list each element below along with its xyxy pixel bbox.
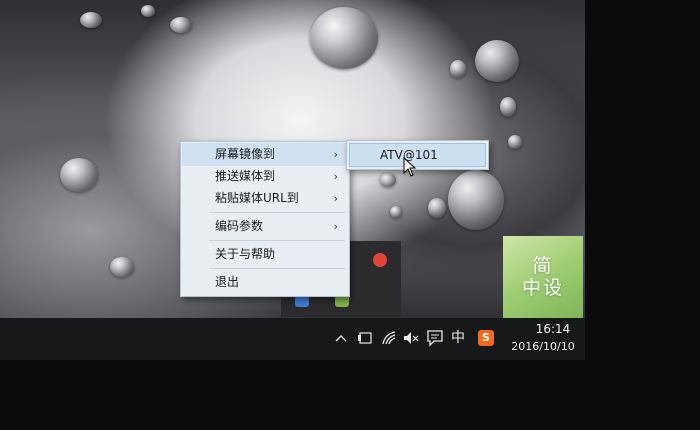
wifi-icon[interactable]: [380, 328, 398, 348]
menu-separator: [209, 240, 345, 241]
ime-icon[interactable]: 中: [449, 328, 467, 348]
menu-item-push-media[interactable]: 推送媒体到 ›: [182, 165, 348, 188]
taskbar: 中 S 16:14 2016/10/10: [0, 318, 585, 360]
mouse-cursor-icon: [403, 157, 417, 177]
menu-item-label: 退出: [215, 275, 240, 289]
menu-item-label: 关于与帮助: [215, 247, 276, 261]
chevron-right-icon: ›: [333, 220, 338, 233]
menu-item-encoding-params[interactable]: 编码参数 ›: [182, 215, 348, 238]
device-icon[interactable]: [356, 328, 374, 348]
tray-context-menu: 屏幕镜像到 › 推送媒体到 › 粘贴媒体URL到 › 编码参数 › 关于与帮助 …: [180, 141, 350, 297]
tray-app-red-icon[interactable]: [373, 253, 387, 267]
menu-item-paste-media-url[interactable]: 粘贴媒体URL到 ›: [182, 187, 348, 210]
menu-item-exit[interactable]: 退出: [182, 271, 348, 294]
chevron-right-icon: ›: [333, 192, 338, 205]
chevron-right-icon: ›: [333, 170, 338, 183]
menu-item-label: 推送媒体到: [215, 169, 276, 183]
menu-item-label: 粘贴媒体URL到: [215, 191, 299, 205]
sogou-label: S: [478, 330, 494, 346]
app-tile[interactable]: 简 中设: [503, 236, 583, 318]
tile-line1: 简: [532, 255, 554, 277]
menu-separator: [209, 268, 345, 269]
chevron-up-icon[interactable]: [332, 328, 350, 348]
menu-item-label: 编码参数: [215, 219, 264, 233]
chevron-right-icon: ›: [333, 148, 338, 161]
tile-line2: 中设: [521, 277, 564, 299]
menu-item-label: 屏幕镜像到: [215, 147, 276, 161]
submenu-item-atv[interactable]: ATV@101: [349, 143, 486, 167]
action-center-icon[interactable]: [426, 328, 444, 348]
menu-item-screen-mirror[interactable]: 屏幕镜像到 ›: [182, 143, 348, 166]
screen-bezel-bottom: [0, 360, 700, 430]
clock-date[interactable]: 2016/10/10: [503, 340, 583, 353]
menu-separator: [209, 212, 345, 213]
sogou-icon[interactable]: S: [478, 328, 496, 348]
menu-item-about-help[interactable]: 关于与帮助: [182, 243, 348, 266]
volume-muted-icon[interactable]: [402, 328, 420, 348]
clock-time[interactable]: 16:14: [523, 322, 583, 336]
screen-mirror-submenu: ATV@101: [346, 140, 489, 170]
